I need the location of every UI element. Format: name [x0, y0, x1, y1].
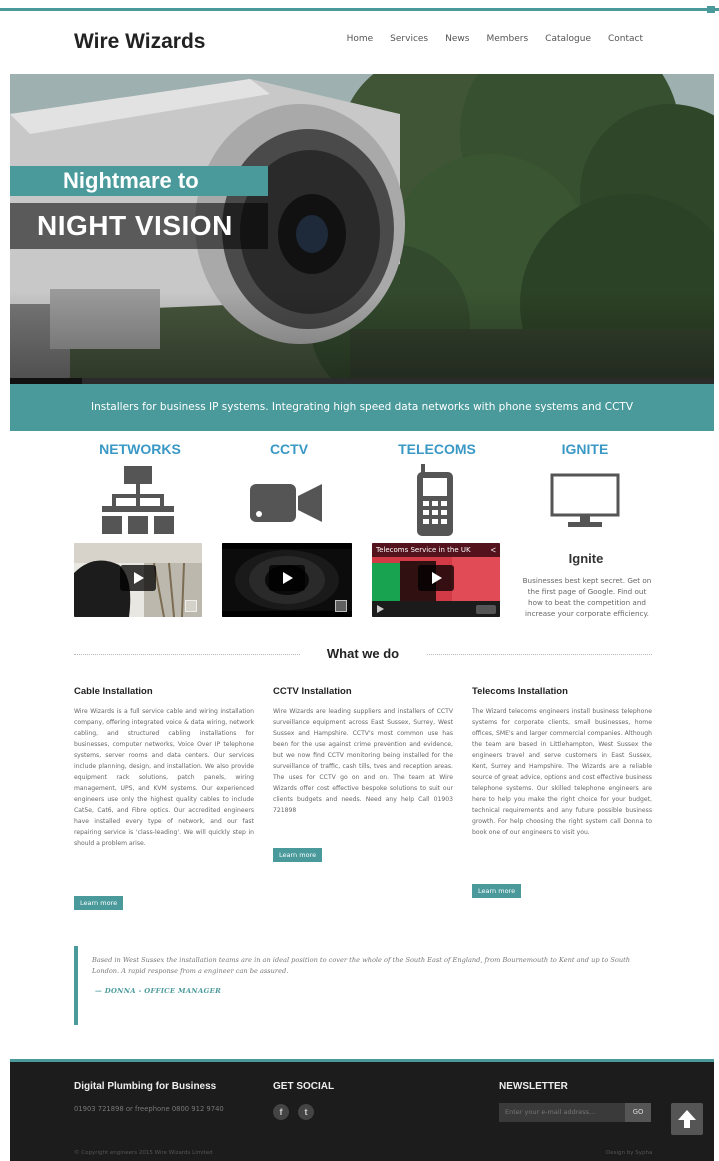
footer-copyright: © Copyright engineers 2015 Wire Wizards … [74, 1150, 213, 1156]
video-telecoms[interactable]: Telecoms Service in the UK < [372, 543, 500, 617]
column-heading-cable: Cable Installation [74, 686, 153, 697]
column-text-cable: Wire Wizards is a full service cable and… [74, 708, 254, 847]
column-heading-telecoms: Telecoms Installation [472, 686, 568, 697]
quote-accent [74, 946, 78, 1025]
video-controls[interactable] [372, 602, 500, 617]
mobile-phone-icon [417, 464, 453, 536]
back-to-top-button[interactable] [671, 1103, 703, 1135]
footer-credit[interactable]: Design by Sypha [606, 1150, 652, 1156]
footer-heading-social: GET SOCIAL [273, 1081, 335, 1092]
arrow-up-icon [678, 1110, 696, 1128]
play-button[interactable] [418, 565, 454, 591]
top-accent-line [0, 8, 719, 11]
video-title: Telecoms Service in the UK [376, 546, 471, 554]
column-text-cctv: Wire Wizards are leading suppliers and i… [273, 708, 453, 814]
main-nav: Home Services News Members Catalogue Con… [347, 34, 643, 44]
column-heading-cctv: CCTV Installation [273, 686, 352, 697]
newsletter-email-input[interactable] [499, 1103, 625, 1122]
nav-catalogue[interactable]: Catalogue [545, 34, 591, 44]
divider-right [420, 654, 652, 655]
footer-heading-newsletter: NEWSLETTER [499, 1081, 568, 1092]
expand-icon[interactable] [335, 600, 347, 612]
video-camera-icon [250, 484, 322, 522]
network-icon [102, 466, 174, 534]
video-networks[interactable] [74, 543, 202, 617]
footer-phone: 01903 721898 or freephone 0800 912 9740 [74, 1105, 224, 1113]
section-heading: What we do [300, 646, 426, 661]
service-title-telecoms[interactable]: TELECOMS [362, 441, 512, 457]
play-button[interactable] [120, 565, 156, 591]
site-logo[interactable]: Wire Wizards [74, 30, 206, 54]
twitter-icon[interactable]: t [298, 1104, 314, 1120]
play-icon[interactable] [377, 605, 384, 613]
video-cctv[interactable] [222, 543, 352, 617]
hero-banner: Nightmare to NIGHT VISION [10, 74, 714, 384]
expand-icon[interactable] [185, 600, 197, 612]
tagline-band: Installers for business IP systems. Inte… [10, 384, 714, 431]
testimonial-author: — DONNA - OFFICE MANAGER [95, 987, 222, 995]
service-title-ignite[interactable]: IGNITE [510, 441, 660, 457]
hero-headline-2: NIGHT VISION [10, 203, 268, 249]
service-title-cctv[interactable]: CCTV [214, 441, 364, 457]
footer-heading-business: Digital Plumbing for Business [74, 1081, 217, 1092]
service-title-networks[interactable]: NETWORKS [65, 441, 215, 457]
column-text-telecoms: The Wizard telecoms engineers install bu… [472, 708, 652, 836]
hero-headline-1: Nightmare to [10, 166, 268, 196]
nav-members[interactable]: Members [486, 34, 528, 44]
nav-contact[interactable]: Contact [608, 34, 643, 44]
ignite-heading: Ignite [568, 551, 604, 566]
play-button[interactable] [269, 565, 305, 591]
learn-more-telecoms-button[interactable]: Learn more [472, 884, 522, 898]
testimonial-text: Based in West Sussex the installation te… [92, 956, 631, 975]
ignite-text: Businesses best kept secret. Get on the … [522, 576, 652, 618]
divider-left [74, 654, 306, 655]
nav-news[interactable]: News [445, 34, 469, 44]
learn-more-cable-button[interactable]: Learn more [74, 896, 124, 910]
nav-home[interactable]: Home [347, 34, 374, 44]
corner-marker [707, 6, 715, 13]
newsletter-submit-button[interactable]: GO [625, 1103, 651, 1122]
share-icon[interactable]: < [491, 545, 496, 555]
learn-more-cctv-button[interactable]: Learn more [273, 848, 323, 862]
nav-services[interactable]: Services [390, 34, 428, 44]
monitor-icon [550, 473, 620, 527]
facebook-icon[interactable]: f [273, 1104, 289, 1120]
youtube-logo[interactable] [476, 605, 496, 614]
